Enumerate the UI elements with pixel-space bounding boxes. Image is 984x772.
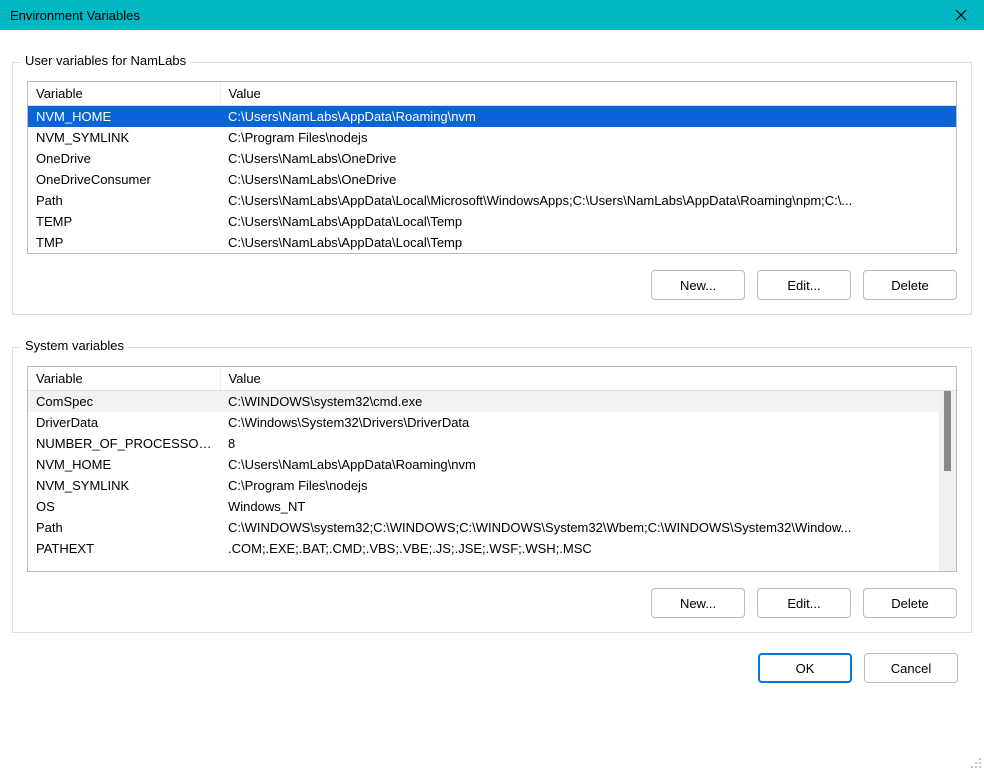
table-row[interactable]: NVM_SYMLINK C:\Program Files\nodejs: [28, 127, 956, 148]
user-delete-button[interactable]: Delete: [863, 270, 957, 300]
system-new-button[interactable]: New...: [651, 588, 745, 618]
table-row[interactable]: ComSpec C:\WINDOWS\system32\cmd.exe: [28, 391, 956, 413]
cell-value: C:\Users\NamLabs\OneDrive: [220, 169, 956, 190]
cell-name: OneDrive: [28, 148, 220, 169]
user-variables-table[interactable]: Variable Value NVM_HOME C:\Users\NamLabs…: [27, 81, 957, 254]
cell-value: C:\Users\NamLabs\AppData\Local\Microsoft…: [220, 190, 956, 211]
cell-name: Path: [28, 517, 220, 538]
cell-value: C:\Users\NamLabs\AppData\Local\Temp: [220, 211, 956, 232]
system-scrollbar[interactable]: [939, 391, 956, 571]
resize-grip-icon: [968, 755, 982, 769]
close-icon: [955, 9, 967, 21]
cell-value: C:\Windows\System32\Drivers\DriverData: [220, 412, 956, 433]
user-variables-label: User variables for NamLabs: [21, 53, 190, 68]
user-col-header-value[interactable]: Value: [220, 82, 956, 106]
cell-value: 8: [220, 433, 956, 454]
dialog-body: User variables for NamLabs Variable Valu…: [0, 30, 984, 771]
table-row[interactable]: TMP C:\Users\NamLabs\AppData\Local\Temp: [28, 232, 956, 253]
scrollbar-thumb[interactable]: [944, 391, 951, 471]
cell-name: TEMP: [28, 211, 220, 232]
cell-value: C:\Users\NamLabs\AppData\Roaming\nvm: [220, 106, 956, 128]
cancel-button[interactable]: Cancel: [864, 653, 958, 683]
cell-value: C:\WINDOWS\system32;C:\WINDOWS;C:\WINDOW…: [220, 517, 956, 538]
cell-name: NUMBER_OF_PROCESSORS: [28, 433, 220, 454]
system-delete-button[interactable]: Delete: [863, 588, 957, 618]
cell-name: NVM_SYMLINK: [28, 475, 220, 496]
window-title: Environment Variables: [10, 8, 140, 23]
cell-value: C:\Program Files\nodejs: [220, 127, 956, 148]
cell-name: NVM_SYMLINK: [28, 127, 220, 148]
table-row[interactable]: DriverData C:\Windows\System32\Drivers\D…: [28, 412, 956, 433]
ok-button[interactable]: OK: [758, 653, 852, 683]
user-edit-button[interactable]: Edit...: [757, 270, 851, 300]
table-row[interactable]: NVM_SYMLINK C:\Program Files\nodejs: [28, 475, 956, 496]
user-col-header-name[interactable]: Variable: [28, 82, 220, 106]
system-buttons: New... Edit... Delete: [27, 588, 957, 618]
user-buttons: New... Edit... Delete: [27, 270, 957, 300]
table-row[interactable]: NVM_HOME C:\Users\NamLabs\AppData\Roamin…: [28, 454, 956, 475]
resize-grip[interactable]: [968, 755, 982, 769]
cell-value: C:\WINDOWS\system32\cmd.exe: [220, 391, 956, 413]
cell-name: OneDriveConsumer: [28, 169, 220, 190]
cell-value: C:\Users\NamLabs\AppData\Local\Temp: [220, 232, 956, 253]
table-row[interactable]: OneDrive C:\Users\NamLabs\OneDrive: [28, 148, 956, 169]
sys-col-header-name[interactable]: Variable: [28, 367, 220, 391]
cell-value: C:\Users\NamLabs\AppData\Roaming\nvm: [220, 454, 956, 475]
user-variables-group: User variables for NamLabs Variable Valu…: [12, 62, 972, 315]
cell-value: .COM;.EXE;.BAT;.CMD;.VBS;.VBE;.JS;.JSE;.…: [220, 538, 956, 559]
env-vars-dialog: Environment Variables User variables for…: [0, 0, 984, 771]
table-row[interactable]: OS Windows_NT: [28, 496, 956, 517]
cell-value: C:\Users\NamLabs\OneDrive: [220, 148, 956, 169]
table-row[interactable]: NVM_HOME C:\Users\NamLabs\AppData\Roamin…: [28, 106, 956, 128]
system-variables-table[interactable]: Variable Value ComSpec C:\WINDOWS\system…: [27, 366, 957, 572]
cell-name: DriverData: [28, 412, 220, 433]
cell-name: Path: [28, 190, 220, 211]
sys-col-header-value[interactable]: Value: [220, 367, 956, 391]
dialog-footer: OK Cancel: [12, 653, 972, 683]
close-button[interactable]: [938, 0, 984, 30]
table-row[interactable]: OneDriveConsumer C:\Users\NamLabs\OneDri…: [28, 169, 956, 190]
cell-name: ComSpec: [28, 391, 220, 413]
cell-value: C:\Program Files\nodejs: [220, 475, 956, 496]
titlebar: Environment Variables: [0, 0, 984, 30]
cell-name: TMP: [28, 232, 220, 253]
table-row[interactable]: Path C:\WINDOWS\system32;C:\WINDOWS;C:\W…: [28, 517, 956, 538]
user-new-button[interactable]: New...: [651, 270, 745, 300]
system-variables-label: System variables: [21, 338, 128, 353]
table-row[interactable]: TEMP C:\Users\NamLabs\AppData\Local\Temp: [28, 211, 956, 232]
cell-name: NVM_HOME: [28, 106, 220, 128]
cell-name: PATHEXT: [28, 538, 220, 559]
system-edit-button[interactable]: Edit...: [757, 588, 851, 618]
cell-name: NVM_HOME: [28, 454, 220, 475]
system-variables-group: System variables Variable Value ComSpec: [12, 347, 972, 633]
cell-value: Windows_NT: [220, 496, 956, 517]
table-row[interactable]: PATHEXT .COM;.EXE;.BAT;.CMD;.VBS;.VBE;.J…: [28, 538, 956, 559]
table-row[interactable]: Path C:\Users\NamLabs\AppData\Local\Micr…: [28, 190, 956, 211]
cell-name: OS: [28, 496, 220, 517]
table-row[interactable]: NUMBER_OF_PROCESSORS 8: [28, 433, 956, 454]
